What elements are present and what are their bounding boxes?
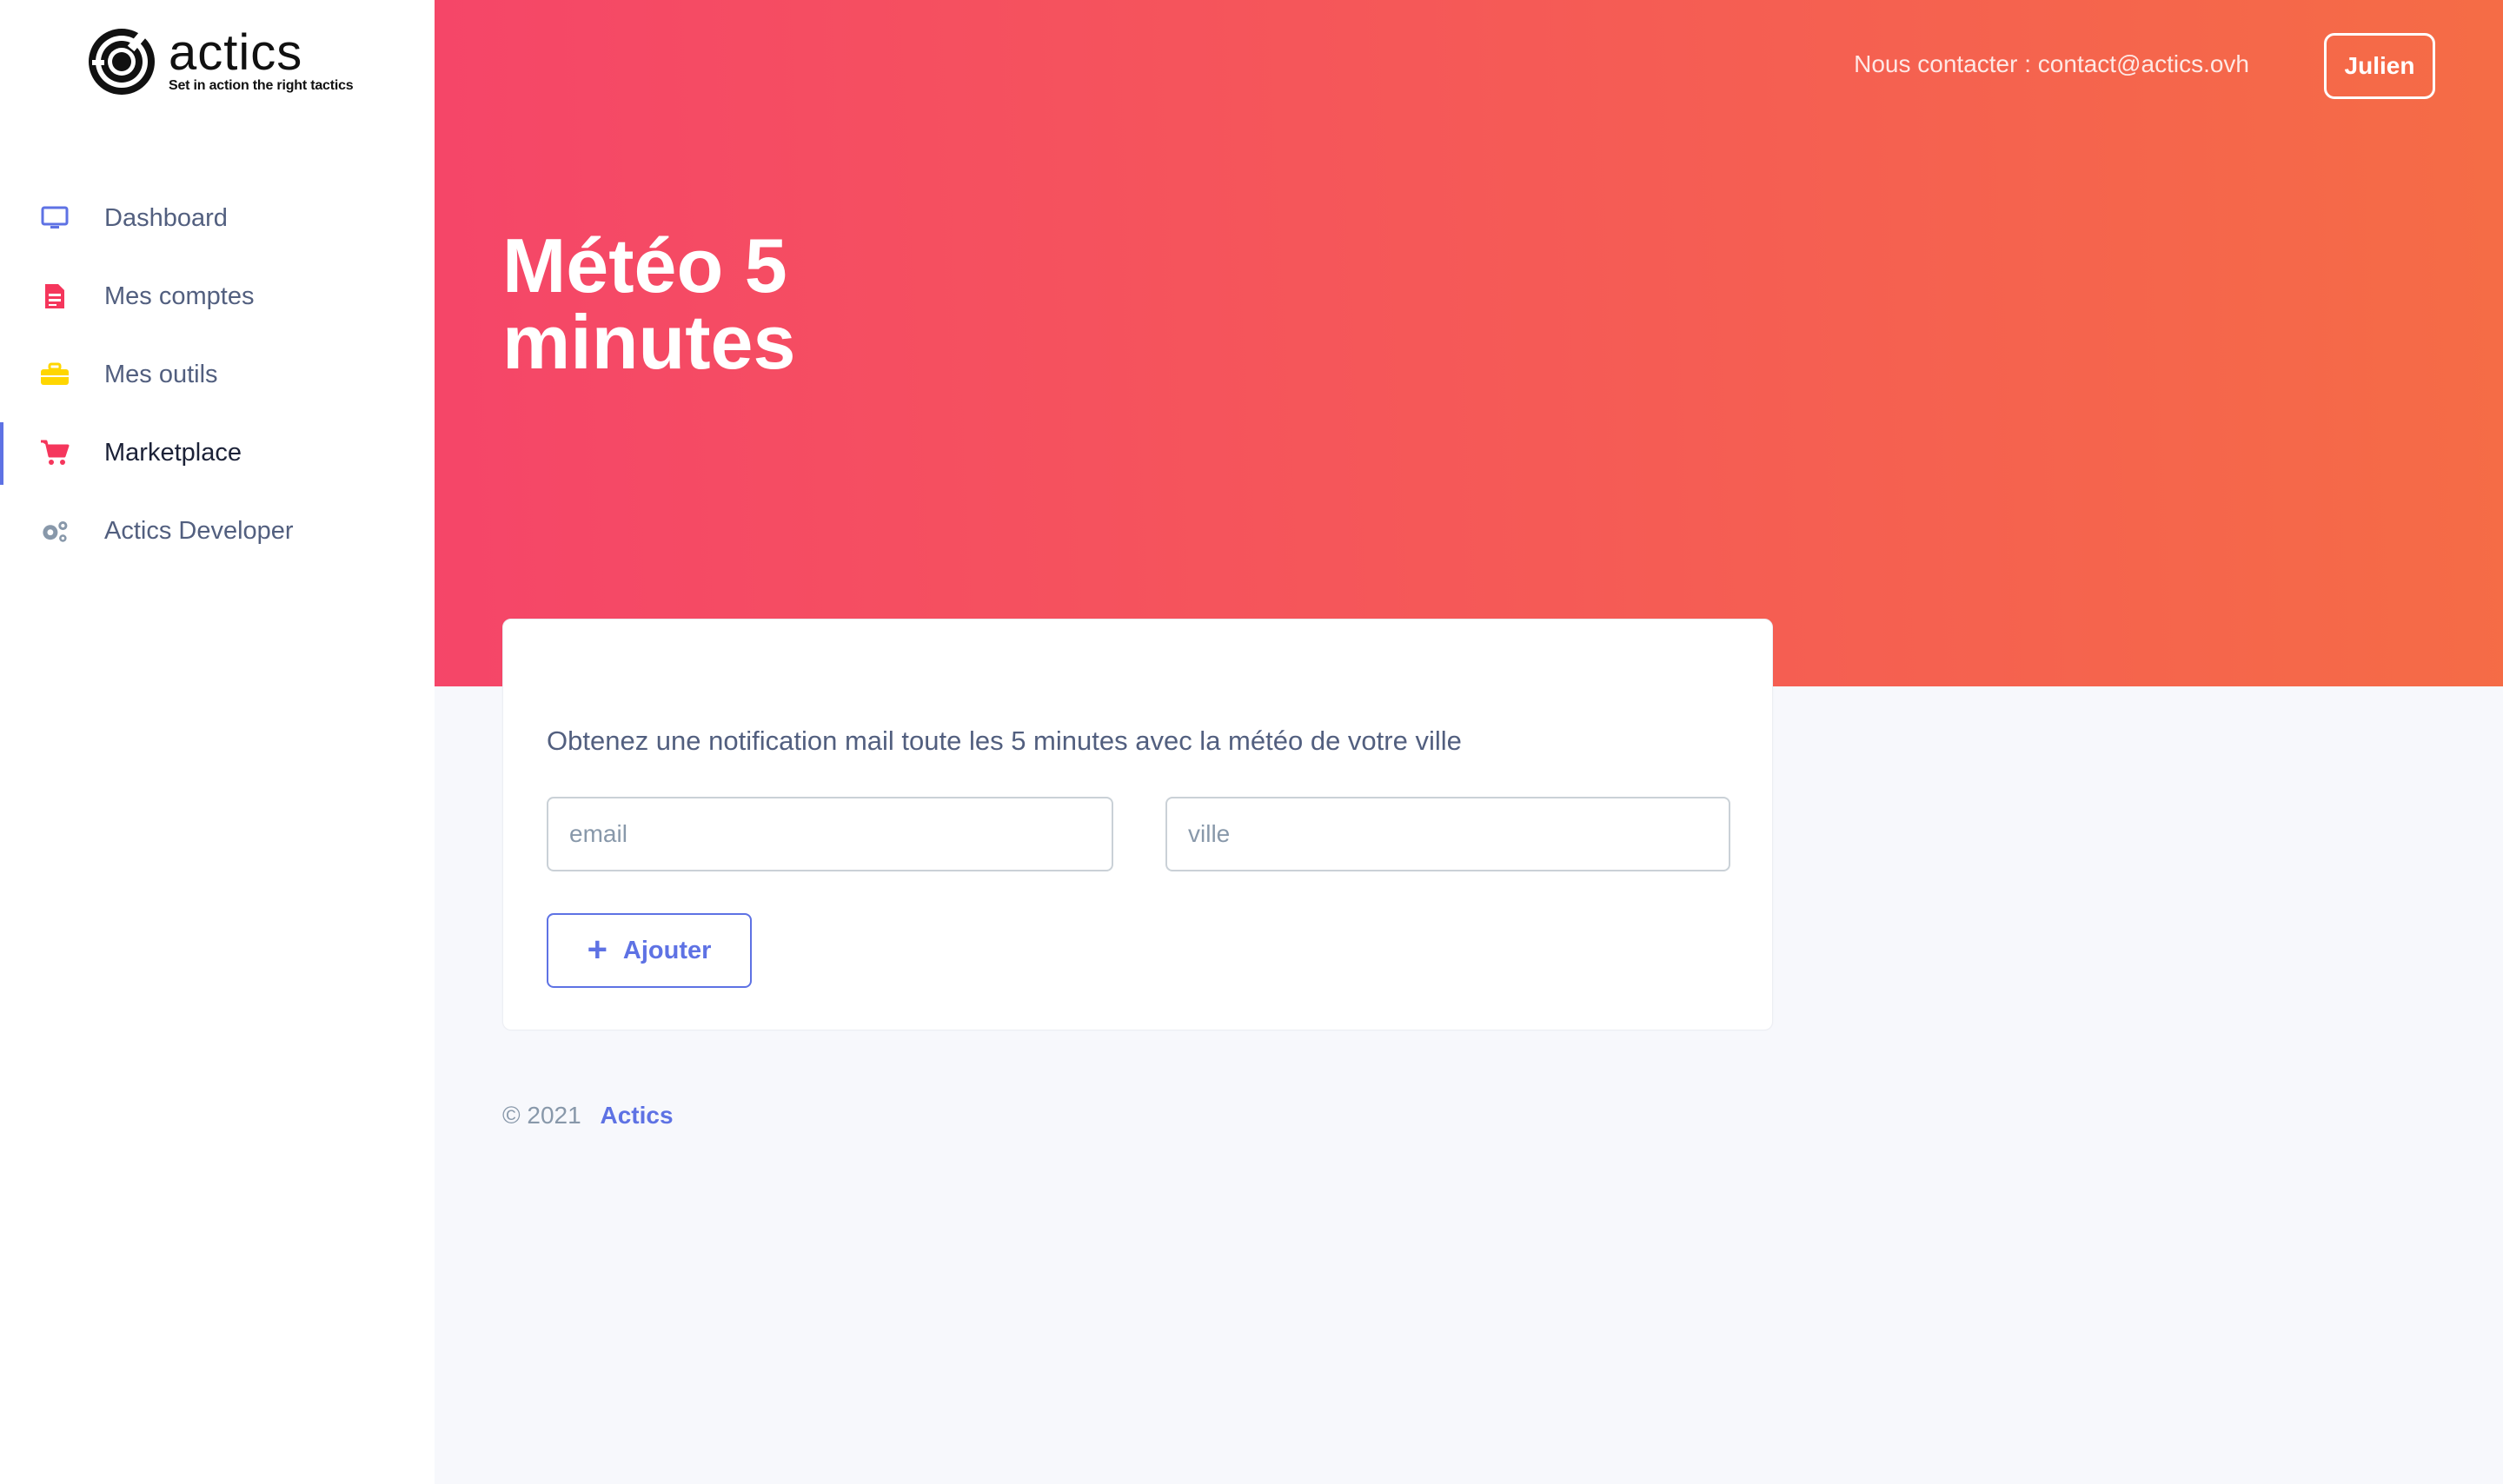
- subscription-card: Obtenez une notification mail toute les …: [502, 619, 1773, 1030]
- sidebar-nav: Dashboard Mes comptes Mes outils Marketp…: [0, 179, 435, 570]
- sidebar-item-dashboard[interactable]: Dashboard: [0, 179, 435, 257]
- ville-input[interactable]: [1165, 797, 1730, 871]
- sidebar-item-marketplace[interactable]: Marketplace: [0, 414, 435, 492]
- document-icon: [40, 282, 70, 311]
- card-description: Obtenez une notification mail toute les …: [547, 725, 1462, 756]
- page-title-line2: minutes: [502, 299, 796, 385]
- actics-logo-mark-icon: [89, 28, 155, 95]
- sidebar-item-label: Mes comptes: [104, 282, 255, 310]
- copyright-text: © 2021: [502, 1102, 581, 1129]
- toolbox-icon: [40, 360, 70, 389]
- page-title: Météo 5 minutes: [502, 228, 937, 381]
- sidebar-item-mes-outils[interactable]: Mes outils: [0, 335, 435, 414]
- brand-name: actics: [169, 24, 303, 81]
- add-button-label: Ajouter: [622, 936, 712, 964]
- actics-logo[interactable]: actics Set in action the right tactics: [85, 23, 354, 101]
- contact-text: Nous contacter : contact@actics.ovh: [1854, 50, 2249, 77]
- add-button[interactable]: + Ajouter: [547, 913, 752, 988]
- monitor-icon: [40, 203, 70, 233]
- sidebar-item-label: Mes outils: [104, 360, 218, 388]
- sidebar: actics Set in action the right tactics D…: [0, 0, 435, 1484]
- user-button[interactable]: Julien: [2324, 33, 2435, 99]
- cart-icon: [40, 438, 70, 467]
- page-title-line1: Météo 5: [502, 222, 787, 308]
- plus-icon: +: [587, 931, 607, 969]
- footer: © 2021 Actics: [502, 1102, 674, 1130]
- sidebar-item-label: Actics Developer: [104, 516, 294, 545]
- sidebar-item-label: Marketplace: [104, 438, 242, 467]
- gears-icon: [40, 516, 70, 546]
- email-input[interactable]: [547, 797, 1113, 871]
- brand-tagline: Set in action the right tactics: [169, 78, 354, 93]
- sidebar-item-label: Dashboard: [104, 203, 228, 232]
- footer-link-actics[interactable]: Actics: [600, 1102, 673, 1129]
- sidebar-item-actics-developer[interactable]: Actics Developer: [0, 492, 435, 570]
- sidebar-item-mes-comptes[interactable]: Mes comptes: [0, 257, 435, 335]
